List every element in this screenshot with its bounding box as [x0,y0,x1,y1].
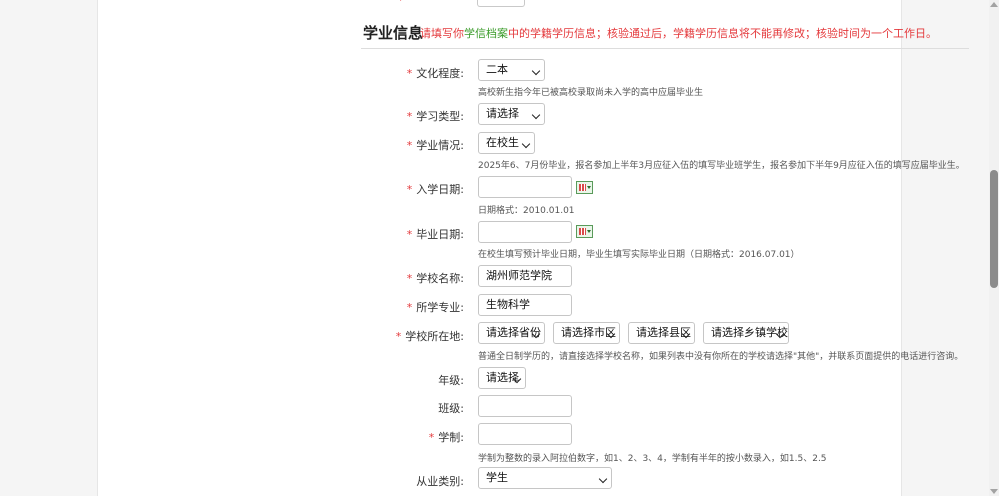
grade-label: 年级: [438,374,464,387]
study-status-select[interactable]: 在校生 [478,132,535,154]
class-label: 班级: [438,402,464,415]
required-star: * [406,139,413,152]
school-system-input[interactable] [478,423,572,445]
graduate-date-hint: 在校生填写预计毕业日期，毕业生填写实际毕业日期（日期格式：2016.07.01） [478,250,800,260]
calendar-icon[interactable] [576,181,593,194]
required-star: * [398,0,404,7]
chevron-down-icon [531,66,541,76]
graduate-date-label: * 毕业日期: [406,228,464,241]
chevron-down-icon [598,474,608,484]
required-star: * [428,431,435,444]
notice-text: 请填写你 [420,27,464,40]
grade-select[interactable]: 请选择 [478,367,526,389]
section-divider [361,48,969,49]
occupation-label: 从业类别: [416,475,464,488]
school-location-hint: 普通全日制学历的，请直接选择学校名称，如果列表中没有你所在的学校请选择"其他"，… [478,352,964,362]
graduate-date-input[interactable] [478,221,572,243]
scroll-up-arrow-icon[interactable] [990,2,998,7]
section-notice: 请填写你学信档案中的学籍学历信息；核验通过后，学籍学历信息将不能再修改；核验时间… [420,25,937,41]
enroll-date-input[interactable] [478,176,572,198]
education-level-select[interactable]: 二本 [478,59,545,81]
class-input[interactable] [478,395,572,417]
xuexin-archive-link[interactable]: 学信档案 [464,27,508,40]
education-level-label: * 文化程度: [406,67,464,80]
school-system-label: * 学制: [428,431,464,444]
form-page: * 学业信息 请填写你学信档案中的学籍学历信息；核验通过后，学籍学历信息将不能再… [97,0,969,496]
study-type-select[interactable]: 请选择 [478,103,545,125]
study-status-hint: 2025年6、7月份毕业，报名参加上半年3月应征入伍的填写毕业班学生，报名参加下… [478,161,965,171]
required-star: * [406,272,413,285]
scroll-down-arrow-icon[interactable] [990,489,998,494]
enroll-date-hint: 日期格式：2010.01.01 [478,206,575,216]
scrollbar-thumb[interactable] [990,170,998,288]
required-star: * [406,110,413,123]
scrollbar[interactable] [989,0,999,496]
occupation-select[interactable]: 学生 [478,467,612,489]
required-star: * [406,301,413,314]
county-select[interactable]: 请选择县区 [628,322,695,344]
notice-text: 中的学籍学历信息；核验通过后，学籍学历信息将不能再修改；核验时间为一个工作日。 [508,27,937,40]
education-level-hint: 高校新生指今年已被高校录取尚未入学的高中应届毕业生 [478,88,704,98]
required-star: * [395,330,402,343]
required-star: * [406,228,413,241]
major-input[interactable]: 生物科学 [478,294,572,316]
province-select[interactable]: 请选择省份 [478,322,545,344]
chevron-down-icon [531,110,541,120]
study-type-label: * 学习类型: [406,110,464,123]
major-label: * 所学专业: [406,301,464,314]
school-system-hint: 学制为整数的录入阿拉伯数字，如1、2、3、4，学制有半年的按小数录入，如1.5、… [478,454,827,464]
section-title: 学业信息 [363,25,424,42]
study-status-label: * 学业情况: [406,139,464,152]
required-star: * [406,183,413,196]
enroll-date-label: * 入学日期: [406,183,464,196]
calendar-icon[interactable] [576,225,593,238]
school-name-input[interactable]: 湖州师范学院 [478,265,572,287]
city-select[interactable]: 请选择市区 [553,322,620,344]
chevron-down-icon [521,139,531,149]
required-star: * [406,67,413,80]
school-name-label: * 学校名称: [406,272,464,285]
previous-field-select[interactable] [477,0,525,7]
town-school-select[interactable]: 请选择乡镇学校 [703,322,789,344]
school-location-label: * 学校所在地: [395,330,464,343]
